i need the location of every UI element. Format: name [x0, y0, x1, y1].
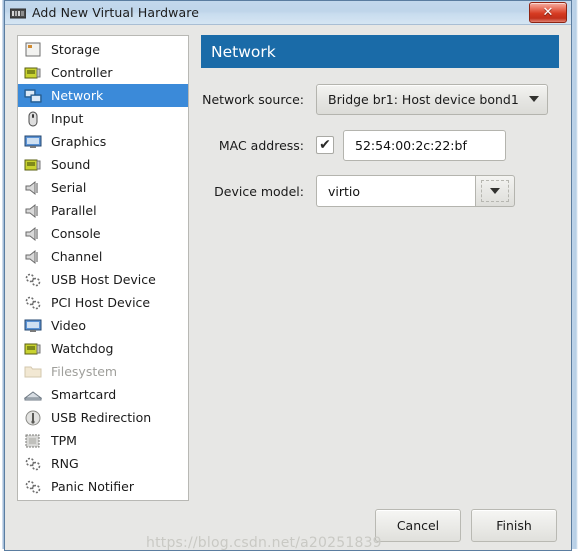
pci-host-gears-icon [24, 295, 42, 311]
serial-port-icon [24, 180, 42, 196]
network-source-row: Network source: Bridge br1: Host device … [201, 82, 559, 116]
mac-address-value: 52:54:00:2c:22:bf [355, 137, 467, 153]
titlebar: Add New Virtual Hardware ✕ [5, 1, 571, 25]
hardware-list-item-label: Graphics [51, 134, 107, 149]
hardware-list-item-label: Console [51, 226, 101, 241]
finish-button[interactable]: Finish [471, 509, 557, 542]
hardware-list-item-usb-host-device[interactable]: USB Host Device [18, 268, 188, 291]
hardware-list-item-input[interactable]: Input [18, 107, 188, 130]
hardware-list-item-parallel[interactable]: Parallel [18, 199, 188, 222]
hardware-list-item-label: Storage [51, 42, 100, 57]
hardware-list-item-label: Parallel [51, 203, 97, 218]
mac-address-checkbox[interactable]: ✔ [316, 136, 334, 154]
mac-address-label: MAC address: [218, 137, 304, 153]
hardware-list-item-label: USB Redirection [51, 410, 152, 425]
device-model-value: virtio [328, 183, 361, 199]
hardware-list-item-watchdog[interactable]: Watchdog [18, 337, 188, 360]
network-source-value: Bridge br1: Host device bond1 [328, 91, 519, 107]
hardware-list-item-label: PCI Host Device [51, 295, 151, 310]
usb-host-gears-icon [24, 272, 42, 288]
hardware-list-item-controller[interactable]: Controller [18, 61, 188, 84]
hardware-list-item-label: Controller [51, 65, 113, 80]
hardware-list-item-label: RNG [51, 456, 79, 471]
panel-title: Network [201, 35, 559, 68]
parallel-port-icon [24, 203, 42, 219]
hardware-list-item-label: Sound [51, 157, 91, 172]
device-model-label: Device model: [214, 183, 304, 199]
add-new-virtual-hardware-dialog: Add New Virtual Hardware ✕ Storage Contro… [4, 0, 572, 551]
hardware-list-item-label: Panic Notifier [51, 479, 134, 494]
hardware-list-item-label: Serial [51, 180, 87, 195]
device-model-input[interactable]: virtio [316, 175, 475, 207]
hardware-list-item-tpm[interactable]: TPM [18, 429, 188, 452]
hardware-list-item-storage[interactable]: Storage [18, 38, 188, 61]
graphics-display-icon [24, 134, 42, 150]
hardware-list-item-label: Smartcard [51, 387, 117, 402]
chevron-down-icon [490, 188, 500, 194]
network-source-label: Network source: [202, 91, 304, 107]
hardware-list-item-label: TPM [51, 433, 77, 448]
hardware-list-item-graphics[interactable]: Graphics [18, 130, 188, 153]
hardware-list-item-label: Network [51, 88, 104, 103]
hardware-list-item-label: USB Host Device [51, 272, 156, 287]
window-title: Add New Virtual Hardware [32, 5, 199, 20]
hardware-list-item-label: Channel [51, 249, 103, 264]
rng-gears-icon [24, 456, 42, 472]
hardware-list-item-label: Input [51, 111, 84, 126]
device-model-combobox[interactable]: virtio [316, 175, 515, 207]
input-mouse-icon [24, 111, 42, 127]
panic-gears-icon [24, 479, 42, 495]
usb-plug-icon [24, 410, 42, 426]
storage-icon [24, 42, 42, 58]
sound-card-icon [24, 157, 42, 173]
smartcard-icon [24, 387, 42, 403]
device-model-row: Device model: virtio [201, 174, 559, 208]
hardware-list-item-network[interactable]: Network [18, 84, 188, 107]
hardware-list-item-channel[interactable]: Channel [18, 245, 188, 268]
hardware-list-item-rng[interactable]: RNG [18, 452, 188, 475]
network-icon [24, 88, 42, 104]
hardware-detail-panel: Network Network source: Bridge br1: Host… [201, 35, 559, 501]
cancel-button[interactable]: Cancel [375, 509, 461, 542]
hardware-list-item-serial[interactable]: Serial [18, 176, 188, 199]
hardware-list-item-console[interactable]: Console [18, 222, 188, 245]
hardware-list-item-pci-host-device[interactable]: PCI Host Device [18, 291, 188, 314]
hardware-list-item-label: Watchdog [51, 341, 114, 356]
watchdog-card-icon [24, 341, 42, 357]
video-display-icon [24, 318, 42, 334]
hardware-list-item-label: Video [51, 318, 87, 333]
hardware-list-item-label: Filesystem [51, 364, 118, 379]
controller-icon [24, 65, 42, 81]
hardware-list-item-panic-notifier[interactable]: Panic Notifier [18, 475, 188, 498]
virtual-hardware-icon [9, 6, 27, 20]
dialog-footer: Cancel Finish [17, 501, 559, 542]
hardware-list-item-video[interactable]: Video [18, 314, 188, 337]
close-icon: ✕ [542, 5, 554, 20]
hardware-list-item-smartcard[interactable]: Smartcard [18, 383, 188, 406]
content-row: Storage Controller Network Input Graphics Sou… [17, 35, 559, 501]
folder-icon [24, 364, 42, 380]
checkmark-icon: ✔ [319, 137, 331, 153]
hardware-list-item-usb-redirection[interactable]: USB Redirection [18, 406, 188, 429]
network-source-dropdown[interactable]: Bridge br1: Host device bond1 [316, 83, 548, 115]
dropdown-focus-frame [481, 180, 509, 202]
hardware-list-item-sound[interactable]: Sound [18, 153, 188, 176]
channel-port-icon [24, 249, 42, 265]
chevron-down-icon [528, 96, 539, 102]
hardware-list-item-filesystem: Filesystem [18, 360, 188, 383]
hardware-type-list[interactable]: Storage Controller Network Input Graphics Sou… [17, 35, 189, 501]
tpm-chip-icon [24, 433, 42, 449]
mac-address-row: MAC address: ✔ 52:54:00:2c:22:bf [201, 128, 559, 162]
close-button[interactable]: ✕ [529, 2, 567, 23]
device-model-dropdown-button[interactable] [475, 175, 515, 207]
mac-address-input[interactable]: 52:54:00:2c:22:bf [343, 129, 506, 161]
dialog-body: Storage Controller Network Input Graphics Sou… [5, 25, 571, 550]
console-port-icon [24, 226, 42, 242]
network-form: Network source: Bridge br1: Host device … [201, 68, 559, 208]
